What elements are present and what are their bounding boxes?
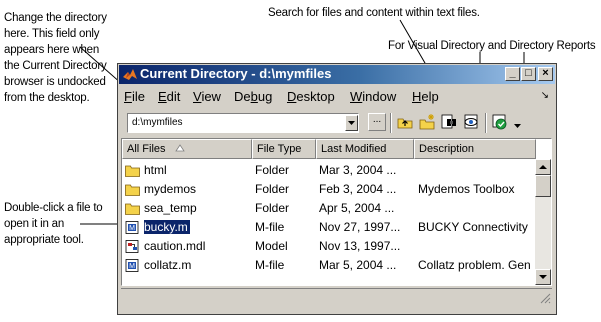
resize-grip-icon[interactable] [539, 292, 551, 304]
file-row-selected[interactable]: M bucky.m M-file Nov 27, 1997... BUCKY C… [122, 218, 536, 237]
reports-dropdown[interactable] [513, 117, 522, 135]
file-modified: Feb 3, 2004 ... [319, 182, 397, 196]
file-type: Folder [255, 163, 290, 177]
svg-text:M: M [129, 225, 135, 232]
model-file-icon [125, 240, 139, 253]
scroll-down-button[interactable] [535, 269, 551, 285]
menu-window[interactable]: Window [350, 89, 396, 104]
column-header-modified[interactable]: Last Modified [316, 139, 414, 159]
close-button[interactable]: × [538, 67, 553, 81]
file-modified: Nov 13, 1997... [319, 239, 401, 253]
file-row[interactable]: caution.mdl Model Nov 13, 1997... [122, 237, 536, 256]
file-name: sea_temp [144, 201, 197, 215]
folder-icon [125, 203, 140, 215]
file-type: M-file [255, 220, 285, 234]
file-modified: Mar 3, 2004 ... [319, 163, 397, 177]
arrow-up-icon [539, 165, 547, 169]
file-row[interactable]: sea_temp Folder Apr 5, 2004 ... [122, 199, 536, 218]
file-row[interactable]: mydemos Folder Feb 3, 2004 ... Mydemos T… [122, 180, 536, 199]
file-modified: Nov 27, 1997... [319, 220, 401, 234]
scroll-up-button[interactable] [535, 159, 551, 175]
menu-file[interactable]: File [124, 89, 145, 104]
folder-icon [125, 184, 140, 196]
menu-view[interactable]: View [193, 89, 221, 104]
column-header-type[interactable]: File Type [252, 139, 316, 159]
chevron-down-icon [514, 124, 521, 128]
file-type: Model [255, 239, 288, 253]
menu-help[interactable]: Help [412, 89, 439, 104]
file-name: caution.mdl [144, 239, 206, 253]
m-file-icon: M [125, 259, 139, 272]
menu-debug[interactable]: Debug [234, 89, 272, 104]
visual-directory-icon [464, 114, 478, 129]
file-type: M-file [255, 258, 285, 272]
directory-reports-icon [492, 114, 507, 130]
directory-history-dropdown[interactable] [345, 115, 358, 131]
maximize-button[interactable]: □ [521, 67, 536, 81]
matlab-logo-icon [123, 69, 137, 80]
directory-reports-button[interactable] [491, 113, 509, 131]
new-folder-icon [419, 114, 435, 130]
menu-bar: File Edit View Debug Desktop Window Help… [119, 86, 555, 106]
file-description: Collatz problem. Gen [418, 258, 531, 272]
arrow-down-icon [539, 275, 547, 279]
file-description: BUCKY Connectivity [418, 220, 528, 234]
title-bar[interactable]: Current Directory - d:\mymfiles _ □ × [119, 65, 555, 84]
undock-arrow-icon[interactable]: ↘ [541, 90, 549, 101]
file-modified: Mar 5, 2004 ... [319, 258, 397, 272]
file-description: Mydemos Toolbox [418, 182, 515, 196]
menu-edit[interactable]: Edit [158, 89, 180, 104]
file-name: mydemos [144, 182, 197, 196]
toolbar: d:\mymfiles ... [119, 108, 555, 134]
find-files-icon [441, 114, 456, 129]
file-name: html [144, 163, 167, 177]
menu-desktop[interactable]: Desktop [287, 89, 335, 104]
file-name: bucky.m [144, 219, 191, 235]
visual-directory-button[interactable] [462, 113, 480, 131]
window-title: Current Directory - d:\mymfiles [140, 66, 332, 81]
folder-icon [125, 165, 140, 177]
file-type: Folder [255, 201, 290, 215]
file-name: collatz.m [144, 258, 192, 272]
up-folder-icon [397, 118, 413, 129]
current-directory-window: Current Directory - d:\mymfiles _ □ × Fi… [117, 63, 557, 315]
file-list: All Files File Type Last Modified Descri… [121, 138, 552, 286]
up-one-level-button[interactable] [396, 113, 414, 131]
m-file-icon: M [125, 221, 139, 234]
file-row[interactable]: M collatz.m M-file Mar 5, 2004 ... Colla… [122, 256, 536, 275]
scrollbar-thumb[interactable] [535, 175, 551, 197]
file-modified: Apr 5, 2004 ... [319, 201, 395, 215]
vertical-scrollbar[interactable] [535, 159, 551, 285]
svg-text:M: M [129, 263, 135, 270]
browse-button[interactable]: ... [368, 113, 386, 131]
new-folder-button[interactable] [418, 113, 436, 131]
column-header-description[interactable]: Description [414, 139, 536, 159]
column-header-name[interactable]: All Files [122, 139, 252, 159]
file-row[interactable]: html Folder Mar 3, 2004 ... [122, 161, 536, 180]
minimize-button[interactable]: _ [505, 67, 520, 81]
find-files-button[interactable] [440, 113, 458, 131]
chevron-down-icon [348, 121, 355, 125]
toolbar-separator [485, 113, 487, 133]
toolbar-separator [390, 113, 392, 133]
sort-ascending-icon [174, 144, 185, 152]
status-bar [121, 288, 552, 305]
file-type: Folder [255, 182, 290, 196]
current-directory-field[interactable]: d:\mymfiles [127, 113, 359, 133]
